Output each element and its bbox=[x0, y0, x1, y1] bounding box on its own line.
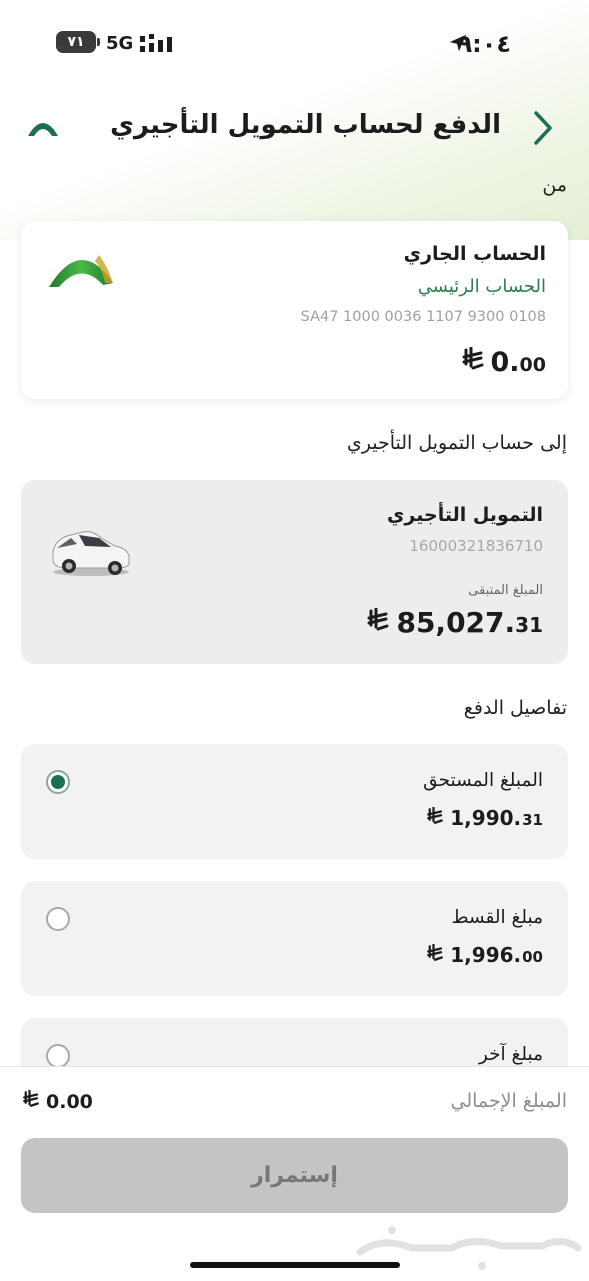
option-due-amount[interactable]: المبلغ المستحق 1,990. 31 bbox=[21, 744, 568, 859]
riyal-icon bbox=[426, 944, 444, 962]
to-account-card: التمويل التأجيري 16000321836710 المبلغ ا… bbox=[21, 480, 568, 664]
from-balance: 0. 00 bbox=[461, 347, 546, 378]
battery-level: ٧١ bbox=[67, 34, 85, 50]
option-amount-dec: 31 bbox=[522, 811, 543, 829]
option-label: مبلغ آخر bbox=[478, 1044, 543, 1065]
riyal-icon bbox=[22, 1090, 40, 1108]
from-balance-int: 0. bbox=[490, 347, 520, 378]
from-account-name: الحساب الجاري bbox=[403, 243, 546, 265]
remaining-label: المبلغ المتبقى bbox=[468, 583, 543, 598]
battery-icon: ٧١ bbox=[56, 31, 100, 53]
radio-unselected[interactable] bbox=[46, 907, 70, 931]
riyal-icon bbox=[426, 807, 444, 825]
option-label: المبلغ المستحق bbox=[423, 770, 543, 791]
lease-number: 16000321836710 bbox=[409, 537, 543, 555]
from-label: من bbox=[542, 174, 567, 196]
continue-button[interactable]: إستمرار bbox=[21, 1138, 568, 1213]
from-balance-dec: 00 bbox=[519, 354, 546, 376]
option-amount-dec: 00 bbox=[522, 948, 543, 966]
chevron-right-icon bbox=[534, 111, 552, 145]
remaining-dec: 31 bbox=[515, 613, 543, 637]
to-label: إلى حساب التمويل التأجيري bbox=[346, 432, 567, 454]
from-account-card[interactable]: الحساب الجاري الحساب الرئيسي SA47 1000 0… bbox=[21, 221, 568, 399]
riyal-icon bbox=[366, 608, 390, 632]
option-amount-int: 1,996. bbox=[450, 943, 522, 967]
page-title: الدفع لحساب التمويل التأجيري bbox=[110, 110, 501, 140]
home-indicator[interactable] bbox=[190, 1262, 400, 1268]
option-amount: 1,990. 31 bbox=[426, 806, 543, 830]
remaining-int: 85,027. bbox=[396, 606, 516, 639]
signal-icon bbox=[140, 34, 172, 52]
from-account-type: الحساب الرئيسي bbox=[417, 276, 546, 297]
bank-logo-icon bbox=[49, 255, 113, 287]
option-amount: 1,996. 00 bbox=[426, 943, 543, 967]
location-arrow-icon bbox=[449, 34, 467, 52]
from-account-iban: SA47 1000 0036 1107 9300 0108 bbox=[300, 309, 546, 325]
car-icon bbox=[52, 531, 130, 576]
option-amount-int: 1,990. bbox=[450, 806, 522, 830]
option-label: مبلغ القسط bbox=[451, 907, 543, 928]
total-value: 0.00 bbox=[46, 1091, 93, 1113]
network-type: 5G bbox=[106, 33, 134, 54]
total-label: المبلغ الإجمالي bbox=[450, 1090, 568, 1112]
details-label: تفاصيل الدفع bbox=[463, 697, 567, 719]
bank-logo-icon bbox=[28, 123, 58, 136]
lease-name: التمويل التأجيري bbox=[387, 504, 543, 526]
back-button[interactable] bbox=[525, 106, 561, 150]
riyal-icon bbox=[461, 347, 485, 371]
total-amount: 0.00 bbox=[22, 1090, 93, 1113]
radio-unselected[interactable] bbox=[46, 1044, 70, 1068]
radio-selected[interactable] bbox=[46, 770, 70, 794]
option-installment-amount[interactable]: مبلغ القسط 1,996. 00 bbox=[21, 881, 568, 996]
remaining-amount: 85,027. 31 bbox=[366, 606, 543, 639]
